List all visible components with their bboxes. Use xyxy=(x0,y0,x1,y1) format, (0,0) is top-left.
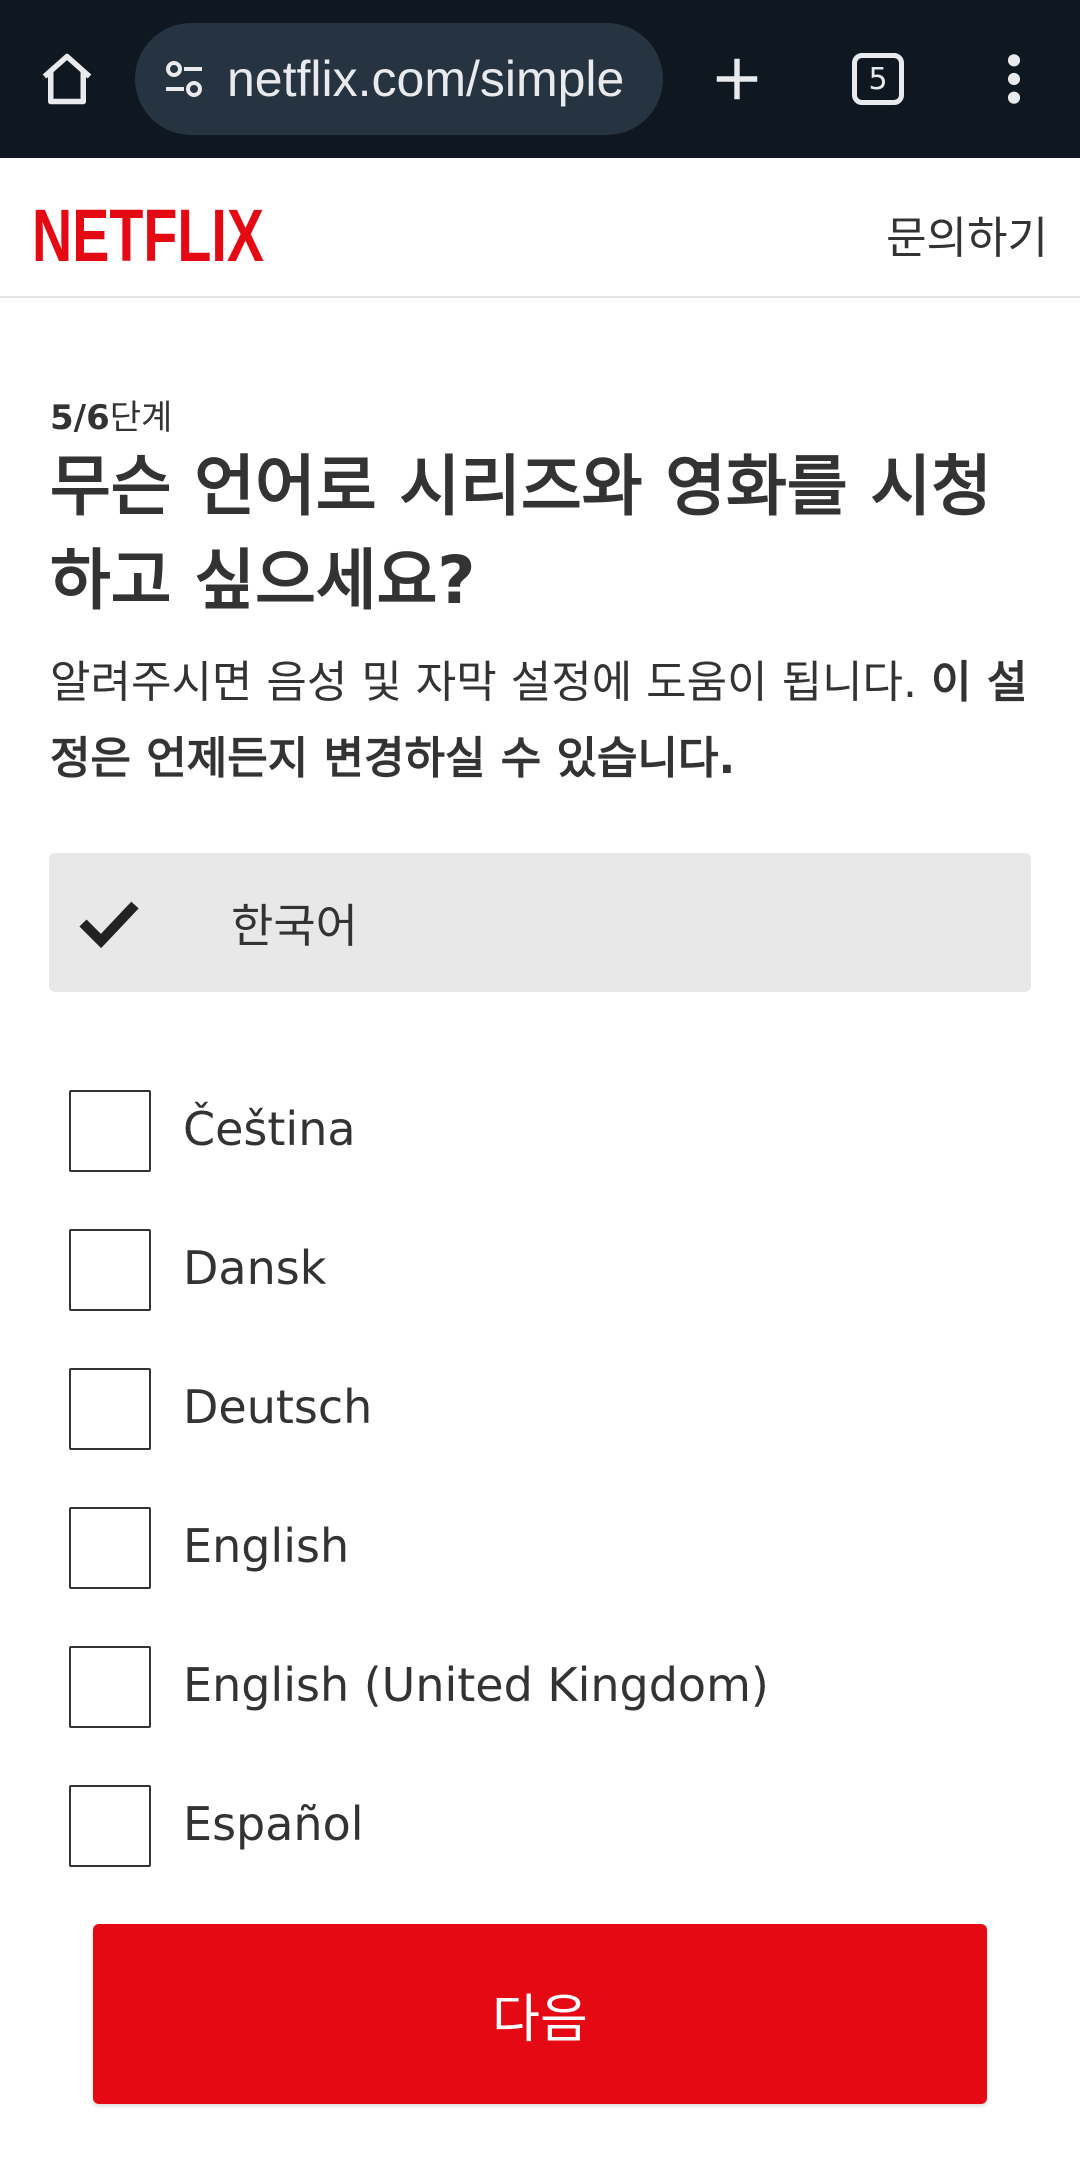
page-title: 무슨 언어로 시리즈와 영화를 시청하고 싶으세요? xyxy=(50,448,992,619)
language-option-deutsch[interactable]: Deutsch xyxy=(69,1368,1029,1507)
page-description: 알려주시면 음성 및 자막 설정에 도움이 됩니다. 이 설정은 언제든지 변경… xyxy=(50,645,1040,797)
address-bar[interactable]: netflix.com/simple xyxy=(135,23,663,135)
tab-switcher-button[interactable]: 5 xyxy=(838,36,918,122)
help-link[interactable]: 문의하기 xyxy=(886,202,1048,266)
tune-icon[interactable] xyxy=(157,52,211,106)
language-option-espanol[interactable]: Español xyxy=(69,1785,1029,1924)
language-option-cestina[interactable]: Čeština xyxy=(69,1090,1029,1229)
home-button[interactable] xyxy=(28,36,106,122)
home-icon xyxy=(42,53,92,105)
plus-icon xyxy=(716,58,758,100)
selected-language-option[interactable]: 한국어 xyxy=(49,853,1031,992)
language-checkbox[interactable] xyxy=(69,1646,151,1728)
step-indicator: 5/6단계 xyxy=(50,390,172,439)
language-label: Español xyxy=(183,1797,364,1851)
language-checkbox[interactable] xyxy=(69,1507,151,1589)
url-text[interactable]: netflix.com/simple xyxy=(227,50,647,108)
description-text: 알려주시면 음성 및 자막 설정에 도움이 됩니다. xyxy=(50,657,932,708)
language-checkbox[interactable] xyxy=(69,1229,151,1311)
language-checkbox[interactable] xyxy=(69,1090,151,1172)
language-label: Čeština xyxy=(183,1102,356,1156)
more-vert-icon xyxy=(1007,54,1021,104)
language-option-dansk[interactable]: Dansk xyxy=(69,1229,1029,1368)
step-suffix: 단계 xyxy=(109,398,173,438)
language-checkbox[interactable] xyxy=(69,1368,151,1450)
language-list: Čeština Dansk Deutsch English English (U… xyxy=(69,1090,1029,1924)
language-option-english-uk[interactable]: English (United Kingdom) xyxy=(69,1646,1029,1785)
logo-text: NETFLIX xyxy=(32,201,264,267)
step-number: 5/6 xyxy=(50,398,110,438)
language-label: English (United Kingdom) xyxy=(183,1658,769,1712)
language-checkbox[interactable] xyxy=(69,1785,151,1867)
language-label: English xyxy=(183,1519,350,1573)
tab-count: 5 xyxy=(868,61,888,97)
selected-language-label: 한국어 xyxy=(231,898,358,953)
language-label: Deutsch xyxy=(183,1380,373,1434)
site-header: NETFLIX 문의하기 xyxy=(0,158,1080,298)
next-button[interactable]: 다음 xyxy=(93,1924,987,2104)
language-label: Dansk xyxy=(183,1241,327,1295)
browser-toolbar: netflix.com/simple 5 xyxy=(0,0,1080,158)
browser-menu-button[interactable] xyxy=(984,36,1044,122)
checkmark-icon xyxy=(77,891,141,955)
netflix-logo[interactable]: NETFLIX xyxy=(32,201,264,267)
language-option-english[interactable]: English xyxy=(69,1507,1029,1646)
tabs-icon: 5 xyxy=(852,53,904,105)
new-tab-button[interactable] xyxy=(697,36,777,122)
